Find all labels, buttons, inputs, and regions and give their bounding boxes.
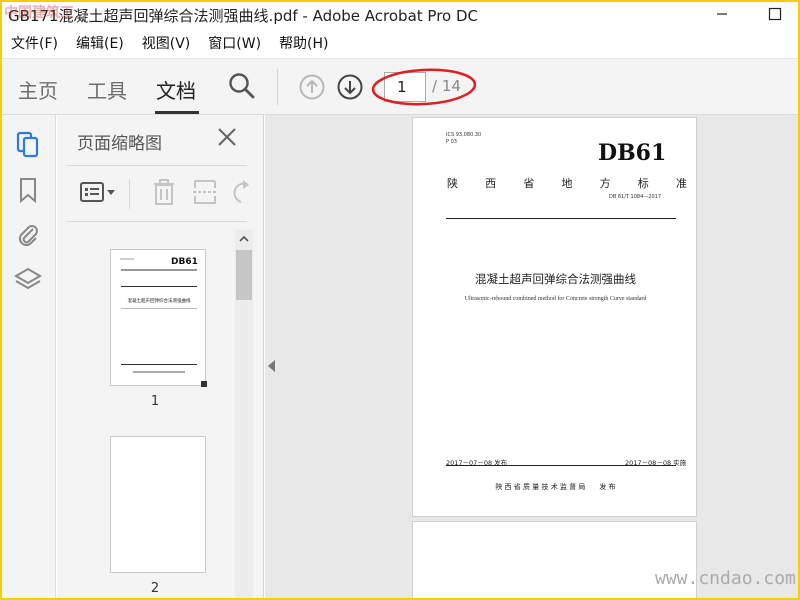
close-icon bbox=[218, 128, 236, 146]
acrobat-window: GB171混凝土超声回弹综合法测强曲线.pdf - Adobe Acrobat … bbox=[2, 2, 798, 598]
page-rule bbox=[446, 218, 676, 219]
rotate-page-button[interactable] bbox=[233, 177, 249, 207]
top-watermark: 中国建筑工 bbox=[4, 5, 74, 21]
document-page-1: ICS 93.080.30 P 03 DB61 陕 西 省 地 方 标 准 DB… bbox=[412, 117, 697, 517]
search-button[interactable] bbox=[227, 71, 257, 101]
maximize-button[interactable] bbox=[758, 2, 792, 26]
thumb-rule bbox=[121, 286, 197, 287]
thumbnail-label-2: 2 bbox=[150, 581, 160, 596]
menu-help[interactable]: 帮助(H) bbox=[270, 32, 337, 56]
menu-edit[interactable]: 编辑(E) bbox=[67, 32, 133, 56]
collapse-panel-arrow-icon[interactable] bbox=[268, 360, 275, 372]
document-view: ICS 93.080.30 P 03 DB61 陕 西 省 地 方 标 准 DB… bbox=[265, 115, 798, 598]
menu-window[interactable]: 窗口(W) bbox=[199, 32, 270, 56]
province-char: 方 bbox=[599, 177, 611, 190]
next-page-button[interactable] bbox=[336, 73, 364, 101]
thumb-subtitle-line bbox=[121, 308, 197, 309]
menu-view[interactable]: 视图(V) bbox=[133, 32, 200, 56]
page-thumbnails-icon bbox=[16, 131, 39, 158]
province-char: 陕 bbox=[447, 177, 458, 190]
province-char: 省 bbox=[523, 177, 535, 190]
page-date-rule bbox=[446, 465, 676, 466]
maximize-icon bbox=[768, 7, 782, 21]
menu-bar: 文件(F) 编辑(E) 视图(V) 窗口(W) 帮助(H) bbox=[2, 32, 798, 56]
thumb-publisher-line bbox=[133, 371, 185, 373]
page-db-code: DB61 bbox=[598, 140, 667, 166]
trash-icon bbox=[154, 179, 174, 205]
layers-icon bbox=[14, 267, 42, 290]
panel-toolbar-separator bbox=[129, 179, 130, 209]
options-menu-icon bbox=[80, 182, 115, 202]
rotate-icon bbox=[233, 180, 249, 203]
attachments-button[interactable] bbox=[13, 219, 43, 249]
thumbnail-page-1[interactable]: DB61 混凝土超声回弹综合法测强曲线 bbox=[110, 249, 207, 387]
menu-file[interactable]: 文件(F) bbox=[2, 32, 67, 56]
thumb-date-rule bbox=[121, 364, 197, 365]
title-bar: GB171混凝土超声回弹综合法测强曲线.pdf - Adobe Acrobat … bbox=[2, 2, 798, 28]
thumbnail-page-2[interactable] bbox=[110, 436, 206, 573]
page-subtitle: Ultrasonic-rebound combined method for C… bbox=[464, 296, 647, 302]
bookmarks-button[interactable] bbox=[13, 175, 43, 205]
thumb-db: DB61 bbox=[171, 257, 198, 267]
page-class: P 03 bbox=[446, 139, 457, 145]
page-publisher: 陕 西 省 质 量 技 术 监 督 局 发 布 bbox=[495, 483, 616, 491]
toolbar-separator bbox=[277, 69, 278, 105]
layers-button[interactable] bbox=[13, 265, 43, 295]
minimize-icon bbox=[717, 13, 727, 15]
panel-toolbar-divider bbox=[67, 221, 247, 222]
page-title: 混凝土超声回弹综合法测强曲线 bbox=[475, 272, 636, 286]
tab-tools[interactable]: 工具 bbox=[87, 75, 127, 104]
thumbnail-list: DB61 混凝土超声回弹综合法测强曲线 1 2 bbox=[57, 230, 237, 598]
bookmark-icon bbox=[20, 178, 36, 203]
thumb-header-mark bbox=[120, 258, 134, 260]
extract-pages-button[interactable] bbox=[192, 177, 218, 207]
red-annotation-ellipse bbox=[371, 68, 477, 106]
thumbnail-options-button[interactable] bbox=[79, 177, 117, 207]
main-toolbar: 主页 工具 文档 1 / 14 bbox=[2, 58, 798, 115]
province-char: 准 bbox=[675, 177, 687, 190]
page-province-line: 陕 西 省 地 方 标 准 bbox=[447, 175, 687, 191]
tab-home[interactable]: 主页 bbox=[18, 75, 58, 104]
left-icon-rail bbox=[2, 115, 56, 598]
thumb-title: 混凝土超声回弹综合法测强曲线 bbox=[127, 299, 191, 304]
attachment-icon bbox=[18, 225, 38, 247]
extract-icon bbox=[193, 180, 217, 204]
thumbnail-label-1: 1 bbox=[150, 394, 160, 409]
province-char: 地 bbox=[561, 177, 573, 190]
page-std-number: DB 61/T 1084—2017 bbox=[609, 194, 662, 200]
scroll-up-arrow-icon[interactable] bbox=[235, 232, 253, 246]
active-tab-indicator bbox=[155, 111, 199, 114]
panel-title: 页面缩略图 bbox=[77, 134, 162, 154]
tab-document[interactable]: 文档 bbox=[156, 75, 196, 104]
page-thumbnails-panel: 页面缩略图 DB61 混凝土超声回弹综合法测强曲线 1 2 bbox=[57, 115, 264, 598]
arrow-up-circle-icon bbox=[299, 74, 325, 100]
search-icon bbox=[229, 73, 255, 99]
close-panel-button[interactable] bbox=[215, 125, 239, 149]
window-title: GB171混凝土超声回弹综合法测强曲线.pdf - Adobe Acrobat … bbox=[8, 7, 479, 25]
thumbnail-scrollbar[interactable] bbox=[235, 230, 253, 598]
page-thumbnails-button[interactable] bbox=[13, 129, 43, 159]
minimize-button[interactable] bbox=[705, 2, 739, 26]
page-ics: ICS 93.080.30 bbox=[446, 132, 482, 138]
province-char: 标 bbox=[637, 177, 649, 190]
thumb-province-line bbox=[121, 269, 197, 271]
delete-page-button[interactable] bbox=[151, 177, 177, 207]
panel-divider bbox=[67, 165, 247, 166]
scrollbar-thumb[interactable] bbox=[236, 250, 252, 300]
thumb-resize-handle[interactable] bbox=[201, 381, 207, 387]
site-watermark: www.cndao.com bbox=[655, 568, 796, 589]
province-char: 西 bbox=[485, 177, 497, 190]
arrow-down-circle-icon bbox=[337, 74, 363, 100]
previous-page-button[interactable] bbox=[298, 73, 326, 101]
